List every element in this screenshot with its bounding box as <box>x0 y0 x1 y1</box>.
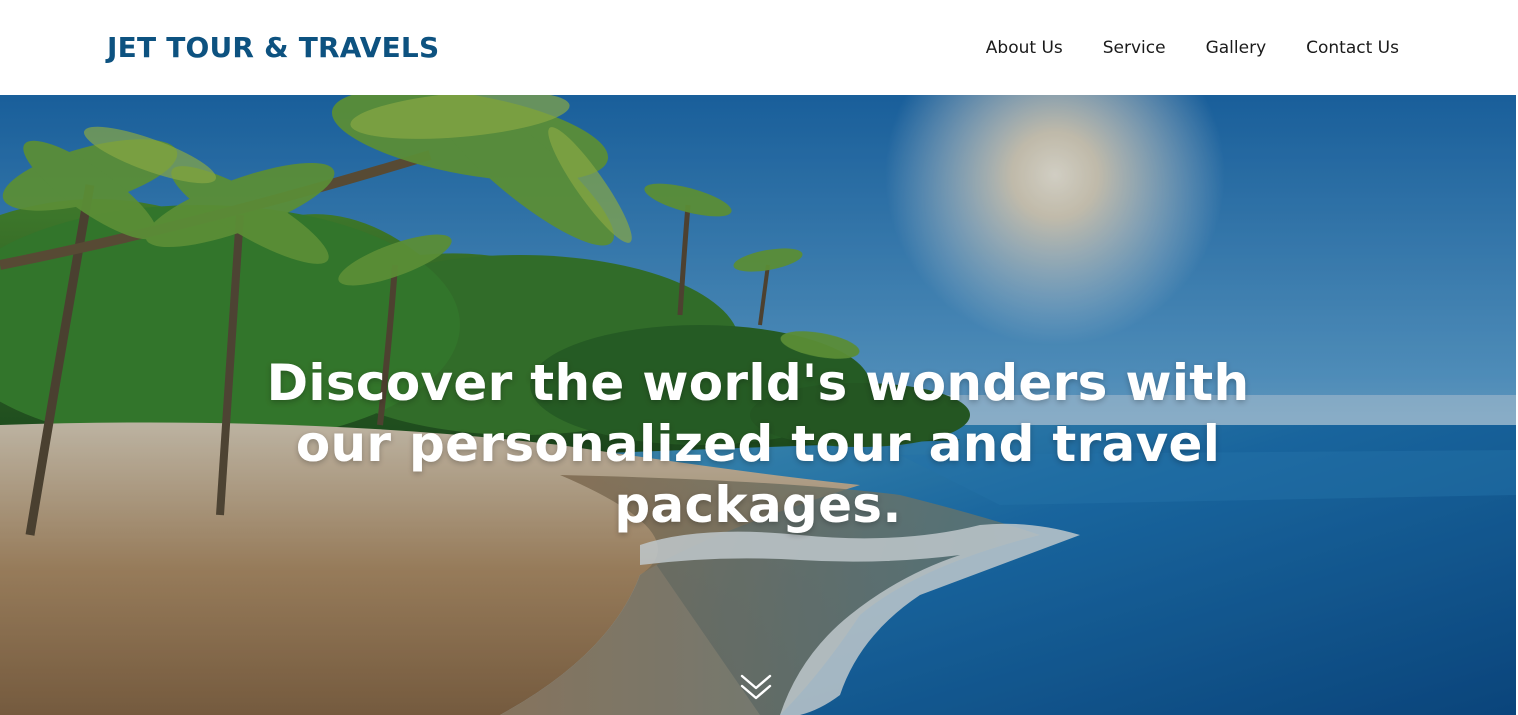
double-chevron-down-icon[interactable] <box>739 673 773 703</box>
nav-item: Contact Us <box>1306 38 1399 58</box>
nav-item: Gallery <box>1206 38 1267 58</box>
brand-logo-link[interactable]: JET TOUR & TRAVELS <box>107 31 439 64</box>
nav-link-contact-us[interactable]: Contact Us <box>1306 38 1399 58</box>
nav-item: Service <box>1103 38 1166 58</box>
site-header: JET TOUR & TRAVELS About Us Service Gall… <box>0 0 1518 95</box>
nav-link-gallery[interactable]: Gallery <box>1206 38 1267 58</box>
nav-link-service[interactable]: Service <box>1103 38 1166 58</box>
hero-headline: Discover the world's wonders with our pe… <box>266 354 1250 534</box>
nav-link-about-us[interactable]: About Us <box>986 38 1063 58</box>
main-navigation: About Us Service Gallery Contact Us <box>986 38 1399 58</box>
hero-section: Discover the world's wonders with our pe… <box>0 95 1516 715</box>
nav-item: About Us <box>986 38 1063 58</box>
